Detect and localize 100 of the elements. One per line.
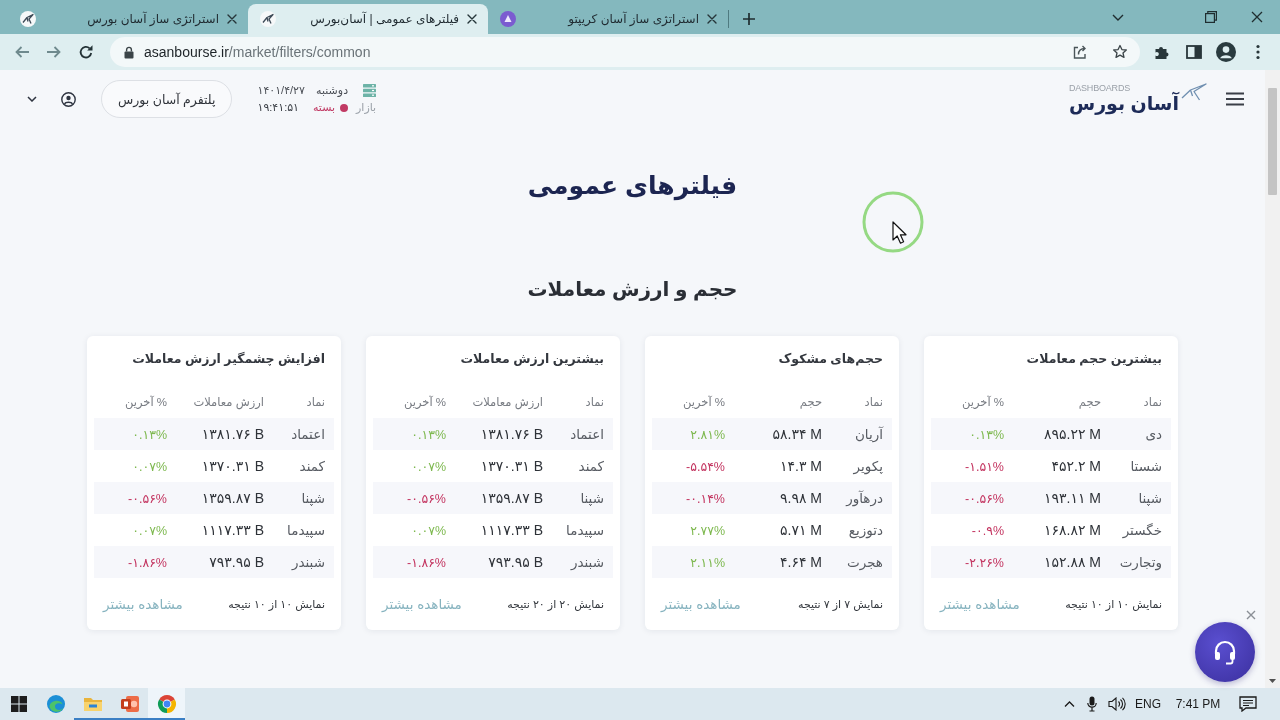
- column-header: نماد: [305, 395, 325, 409]
- close-icon[interactable]: [707, 14, 717, 24]
- volume-cell-text: ۷۹۳.۹۵ B: [487, 554, 543, 570]
- symbol-cell-text: دتوزیع: [847, 522, 883, 538]
- menu-icon[interactable]: [1225, 92, 1245, 106]
- share-icon[interactable]: [1072, 44, 1088, 60]
- scroll-down-arrow-icon[interactable]: [1269, 679, 1276, 683]
- back-arrow-icon[interactable]: [14, 44, 30, 60]
- clock-time[interactable]: 7:41 PM: [1175, 697, 1221, 711]
- symbol-cell-text: شپنا: [579, 490, 604, 506]
- card-title: افزایش چشمگیر ارزش معاملات: [132, 351, 325, 368]
- card-title: بیشترین ارزش معاملات: [460, 351, 604, 368]
- address-bar[interactable]: asanbourse.ir/market/filters/common: [110, 37, 1140, 67]
- volume-cell-text: ۱۳۵۹.۸۷ B: [479, 490, 543, 506]
- date-text: ۱۴۰۱/۴/۲۷: [257, 84, 305, 97]
- change-cell-text: ۰.۰۷%: [131, 458, 167, 474]
- weekday-text: دوشنبه: [315, 84, 349, 97]
- speaker-icon[interactable]: [1108, 697, 1126, 711]
- scrollbar-thumb[interactable]: [1268, 88, 1277, 195]
- presentation-app-icon: [119, 694, 140, 714]
- change-cell-text: ۰.۰۷%: [410, 522, 446, 538]
- market-time: ۱۹:۴۱:۵۱: [257, 101, 301, 114]
- volume-cell-text: ۷۹۳.۹۵ B: [208, 554, 264, 570]
- chevron-up-icon[interactable]: [1063, 701, 1075, 707]
- column-header: % آخرین: [123, 395, 167, 409]
- star-icon[interactable]: [1112, 44, 1128, 60]
- volume-cell-text: ۱۳۷۰.۳۱ B: [200, 458, 264, 474]
- close-icon[interactable]: [467, 14, 477, 24]
- change-cell-text: -۰.۱۴%: [685, 490, 725, 506]
- volume-cell-text: ۵.۷۱ M: [779, 522, 822, 538]
- volume-cell-text: ۱۳۷۰.۳۱ B: [479, 458, 543, 474]
- user-icon[interactable]: [61, 91, 76, 107]
- symbol-cell-text: شبندر: [569, 554, 604, 570]
- bird-logo-icon: [20, 11, 36, 27]
- browser-tab[interactable]: استراتژی ساز آسان بورس: [8, 4, 248, 34]
- column-header: % آخرین: [681, 395, 725, 409]
- folder-icon: [82, 696, 103, 712]
- round-logo-icon: [500, 11, 516, 27]
- lock-icon[interactable]: [124, 45, 134, 59]
- sidebar-icon[interactable]: [1186, 45, 1202, 59]
- close-icon[interactable]: [227, 14, 237, 24]
- microphone-icon[interactable]: [1087, 696, 1097, 712]
- volume-cell-text: ۱۳۸۱.۷۶ B: [479, 426, 543, 442]
- column-header: ارزش معاملات: [192, 395, 264, 409]
- symbol-cell-text: دی: [1144, 426, 1162, 442]
- market-status: بسته: [312, 101, 336, 114]
- column-header: % آخرین: [402, 395, 446, 409]
- column-header: % آخرین: [960, 395, 1004, 409]
- symbol-cell-text: پکویر: [852, 458, 883, 474]
- volume-cell-text: ۵۸.۳۴ M: [771, 426, 822, 442]
- change-cell-text: ۰.۱۳%: [131, 426, 167, 442]
- chevron-down-icon[interactable]: [27, 96, 37, 102]
- support-button[interactable]: [1195, 622, 1255, 682]
- change-cell-text: -۰.۵۶%: [127, 490, 167, 506]
- volume-cell-text: ۱۹۳.۱۱ M: [1042, 490, 1101, 506]
- forward-arrow-icon[interactable]: [46, 44, 62, 60]
- browser-icon: [45, 694, 66, 714]
- taskbar-app-button[interactable]: [148, 688, 185, 720]
- volume-cell-text: ۹.۹۸ M: [779, 490, 822, 506]
- symbol-cell-text: شبندر: [290, 554, 325, 570]
- change-cell-text: -۰.۵۶%: [964, 490, 1004, 506]
- change-cell-text: -۲.۲۶%: [964, 554, 1004, 570]
- browser-tab[interactable]: فیلترهای عمومی | آسان‌بورس: [248, 4, 488, 34]
- change-cell-text: -۵.۵۴%: [685, 458, 725, 474]
- close-icon[interactable]: [1251, 11, 1263, 23]
- volume-cell-text: ۱۳۵۹.۸۷ B: [200, 490, 264, 506]
- result-count: نمایش ۱۰ از ۱۰ نتیجه: [1065, 597, 1162, 611]
- volume-cell-text: ۸۹۵.۲۲ M: [1042, 426, 1101, 442]
- platform-button[interactable]: پلتفرم آسان بورس: [101, 80, 233, 118]
- result-count: نمایش ۷ از ۷ نتیجه: [798, 597, 883, 611]
- browser-tab[interactable]: استراتژی ساز آسان کریپتو: [488, 4, 728, 34]
- chevron-down-icon[interactable]: [1112, 13, 1124, 21]
- column-header: نماد: [1142, 395, 1162, 409]
- symbol-cell-text: خگستر: [1121, 522, 1162, 538]
- restore-icon[interactable]: [1205, 11, 1217, 23]
- url-text: asanbourse.ir/market/filters/common: [144, 44, 372, 60]
- change-cell-text: ۰.۱۳%: [968, 426, 1004, 442]
- reload-icon[interactable]: [78, 44, 94, 60]
- plus-icon[interactable]: [742, 12, 756, 26]
- browser-icon: [156, 694, 177, 714]
- scrollbar[interactable]: [1265, 70, 1280, 688]
- symbol-cell-text: آریان: [853, 426, 883, 442]
- change-cell-text: ۲.۱۱%: [689, 554, 725, 570]
- column-header: ارزش معاملات: [471, 395, 543, 409]
- language-indicator[interactable]: ENG: [1135, 697, 1161, 711]
- card-title: حجم‌های مشکوک: [778, 351, 883, 368]
- volume-cell-text: ۱۱۱۷.۳۳ B: [200, 522, 264, 538]
- start-icon[interactable]: [10, 696, 27, 712]
- user-avatar-icon[interactable]: [1216, 42, 1236, 62]
- change-cell-text: ۲.۸۱%: [689, 426, 725, 442]
- logo-tagline: DASHBOARDS: [1068, 83, 1130, 93]
- change-cell-text: ۰.۰۷%: [131, 522, 167, 538]
- puzzle-icon[interactable]: [1154, 44, 1170, 60]
- change-cell-text: -۱.۵۱%: [964, 458, 1004, 474]
- notification-icon[interactable]: [1239, 696, 1257, 712]
- change-cell-text: ۰.۰۷%: [410, 458, 446, 474]
- change-cell-text: ۲.۷۷%: [689, 522, 725, 538]
- result-count: نمایش ۱۰ از ۱۰ نتیجه: [228, 597, 325, 611]
- symbol-cell-text: کمند: [298, 458, 325, 474]
- more-icon[interactable]: [1256, 44, 1260, 60]
